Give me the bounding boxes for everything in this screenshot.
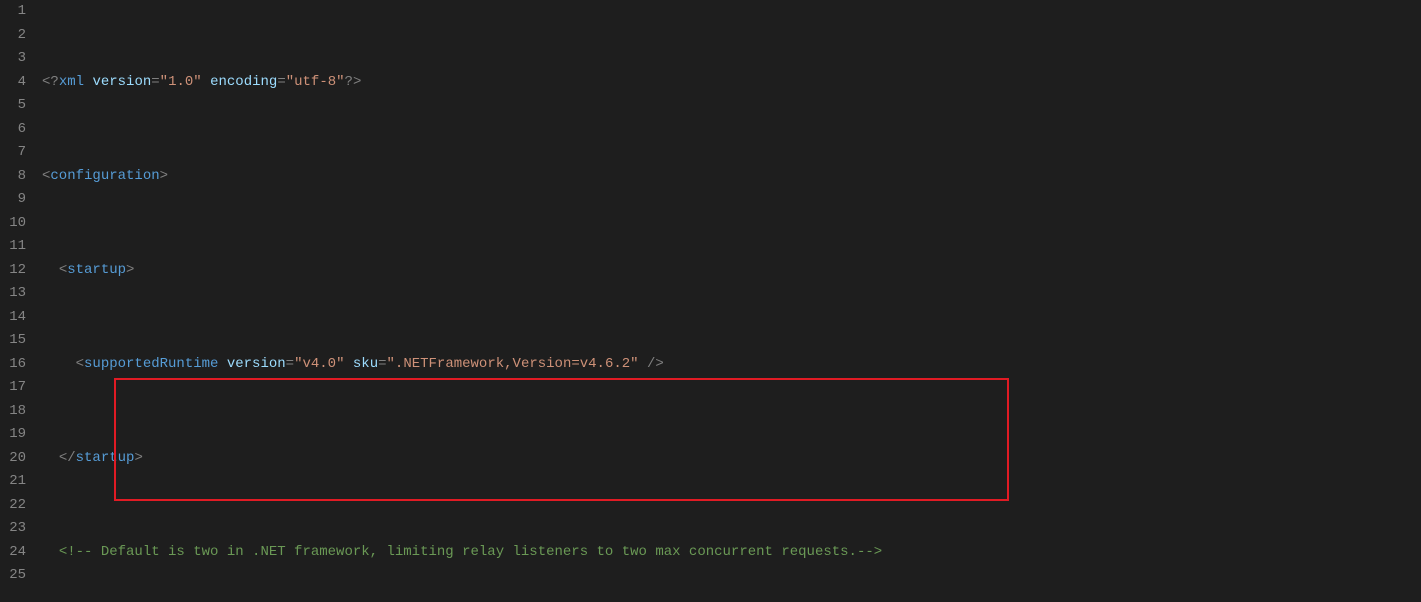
line-number: 7: [0, 141, 26, 165]
line-number: 13: [0, 282, 26, 306]
line-number: 23: [0, 517, 26, 541]
attr-name: encoding: [210, 74, 277, 90]
line-number: 6: [0, 118, 26, 142]
line-number: 24: [0, 541, 26, 565]
line-number: 5: [0, 94, 26, 118]
line-number: 17: [0, 376, 26, 400]
line-number: 9: [0, 188, 26, 212]
line-number: 22: [0, 494, 26, 518]
line-number: 19: [0, 423, 26, 447]
line-number: 14: [0, 306, 26, 330]
attr-name: sku: [353, 356, 378, 372]
line-number: 2: [0, 24, 26, 48]
xml-tag: startup: [67, 262, 126, 278]
attr-value: "1.0": [160, 74, 202, 90]
line-number: 4: [0, 71, 26, 95]
line-number: 20: [0, 447, 26, 471]
line-number: 12: [0, 259, 26, 283]
line-number: 16: [0, 353, 26, 377]
code-line[interactable]: <configuration>: [42, 165, 1421, 189]
xml-tag: configuration: [50, 168, 159, 184]
xml-tag: supportedRuntime: [84, 356, 218, 372]
attr-name: version: [92, 74, 151, 90]
attr-value: .NETFramework,Version=v4.6.2: [395, 356, 630, 372]
code-line[interactable]: <startup>: [42, 259, 1421, 283]
line-number-gutter: 1 2 3 4 5 6 7 8 9 10 11 12 13 14 15 16 1…: [0, 0, 36, 602]
line-number: 18: [0, 400, 26, 424]
line-number: 8: [0, 165, 26, 189]
code-line[interactable]: <supportedRuntime version="v4.0" sku=".N…: [42, 353, 1421, 377]
code-area[interactable]: <?xml version="1.0" encoding="utf-8"?> <…: [36, 0, 1421, 602]
xml-close-tag: startup: [76, 450, 135, 466]
attr-name: version: [227, 356, 286, 372]
xml-comment: <!-- Default is two in .NET framework, l…: [59, 544, 882, 560]
attr-value: "utf-8": [286, 74, 345, 90]
line-number: 3: [0, 47, 26, 71]
xml-pi-target: xml: [59, 74, 84, 90]
code-line[interactable]: <?xml version="1.0" encoding="utf-8"?>: [42, 71, 1421, 95]
code-editor[interactable]: 1 2 3 4 5 6 7 8 9 10 11 12 13 14 15 16 1…: [0, 0, 1421, 602]
code-line[interactable]: <!-- Default is two in .NET framework, l…: [42, 541, 1421, 565]
line-number: 15: [0, 329, 26, 353]
line-number: 25: [0, 564, 26, 588]
code-line[interactable]: </startup>: [42, 447, 1421, 471]
line-number: 10: [0, 212, 26, 236]
attr-value: v4.0: [302, 356, 336, 372]
line-number: 11: [0, 235, 26, 259]
highlight-annotation: [114, 378, 1009, 501]
line-number: 21: [0, 470, 26, 494]
line-number: 1: [0, 0, 26, 24]
